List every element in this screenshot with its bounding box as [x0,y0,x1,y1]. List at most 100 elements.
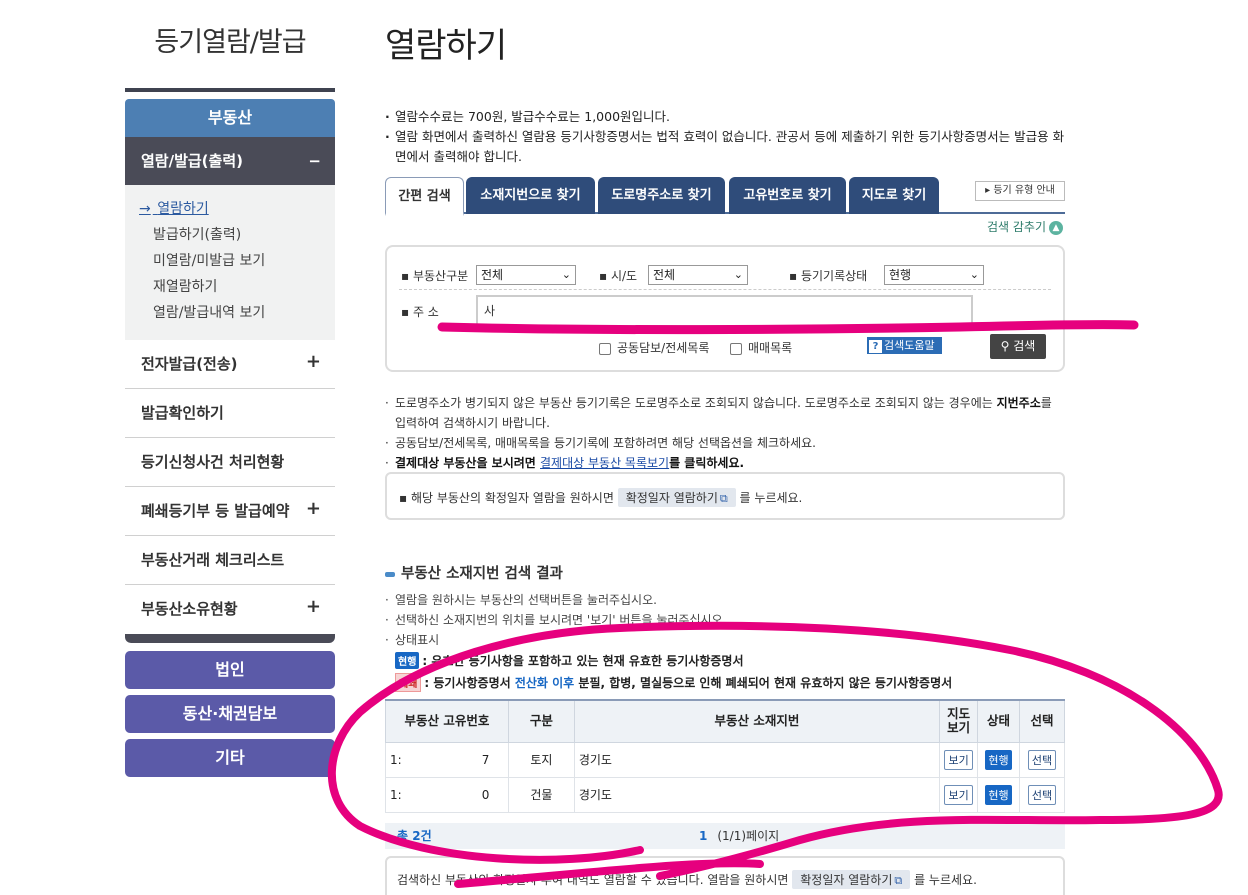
property-type-label: ▪ 부동산구분 [401,269,469,283]
page-link[interactable]: 1 [699,829,707,843]
status-select[interactable]: 현행 ⌄ [884,265,984,285]
submenu-issue-print[interactable]: 발급하기(출력) [139,225,335,251]
sidebar-item-e-issue[interactable]: 전자발급(전송) + [125,340,335,389]
chevron-up-icon: ▲ [1049,220,1063,235]
results-title: 부동산 소재지번 검색 결과 [385,562,563,583]
confirm-date-history-box: 검색하신 부동산의 확정일자 부여 내역도 열람할 수 있습니다. 열람을 원하… [385,856,1065,895]
total-count: 총 2건 [397,829,432,843]
search-button[interactable]: ⚲ 검색 [990,334,1046,359]
status-badge: 폐쇄 [395,673,422,692]
magnifier-icon: ⚲ [1000,339,1010,353]
form-divider [399,289,1051,290]
pagination-bar: 총 2건 1 (1/1)페이지 [385,823,1065,849]
sidebar-divider [125,88,335,92]
other-button[interactable]: 기타 [125,739,335,777]
hide-search-toggle[interactable]: 검색 감추기 ▲ [987,218,1063,235]
search-info: · 도로명주소가 병기되지 않은 부동산 등기기록은 도로명주소로 조회되지 않습… [385,396,1052,470]
property-type-select[interactable]: 전체 ⌄ [476,265,576,285]
sale-list-checkbox[interactable]: 매매목록 [730,339,792,356]
map-cell: 보기 [939,741,979,778]
type-cell: 토지 [507,741,575,778]
bullet-icon [385,571,395,577]
sidebar-item-view-issue[interactable]: 열람/발급(출력) − [125,137,335,185]
confirm-date-button[interactable]: 확정일자 열람하기 ⧉ [792,870,911,889]
expand-icon[interactable]: + [306,337,321,386]
select-cell: 선택 [1019,776,1065,813]
chevron-down-icon: ⌄ [561,268,571,281]
fee-notice: · 열람수수료는 700원, 발급수수료는 1,000원입니다. · 열람 화면에서… [385,109,1065,164]
status-badge: 현행 [985,784,1012,805]
tab-lot-number[interactable]: 소재지번으로 찾기 [466,177,595,214]
map-cell: 보기 [939,776,979,813]
status-cell: 현행 [977,741,1021,778]
results-table: 부동산 고유번호 구분 부동산 소재지번 지도 보기 상태 선택 1: 7 토지 … [385,699,1065,813]
status-badge: 현행 [985,749,1012,770]
tab-road-address[interactable]: 도로명주소로 찾기 [598,177,725,214]
arrow-right-icon: ▸ [985,185,991,196]
sidebar-section-realestate[interactable]: 부동산 [125,99,335,137]
select-button[interactable]: 선택 [1027,749,1057,770]
map-view-button[interactable]: 보기 [944,749,973,770]
status-label: ▪ 등기기록상태 [789,269,868,283]
status-cell: 현행 [977,776,1021,813]
submenu-view[interactable]: → 열람하기 [139,199,335,225]
payment-list-link[interactable]: 결제대상 부동산 목록보기 [540,456,669,470]
results-notes: · 열람을 원하시는 부동산의 선택버튼을 눌러주십시오. · 선택하신 소재지번의… [385,593,727,647]
movable-collateral-button[interactable]: 동산·채권담보 [125,695,335,733]
search-help-button[interactable]: ? 검색도움말 [867,337,942,354]
external-link-icon: ⧉ [894,874,903,887]
sidebar-item-verify[interactable]: 발급확인하기 [125,389,335,438]
joint-collateral-checkbox[interactable]: 공동담보/전세목록 [599,339,709,356]
unique-number-cell: 1: 7 [385,741,509,778]
expand-icon[interactable]: + [306,484,321,533]
sidebar-item-checklist[interactable]: 부동산거래 체크리스트 [125,536,335,585]
address-input[interactable]: 사 [476,295,973,327]
submenu-unviewed[interactable]: 미열람/미발급 보기 [139,251,335,277]
sidebar-title: 등기열람/발급 [154,27,306,58]
column-header: 선택 [1019,699,1065,743]
sidebar-item-ownership[interactable]: 부동산소유현황 + [125,585,335,634]
expand-icon[interactable]: + [306,582,321,631]
legend-current: 현행: 유효한 등기사항을 포함하고 있는 현재 유효한 등기사항증명서 [395,652,744,669]
sidebar-item-label: 열람/발급(출력) [141,152,243,170]
status-badge: 현행 [395,652,420,669]
table-header-row: 부동산 고유번호 구분 부동산 소재지번 지도 보기 상태 선택 [385,699,1065,743]
tab-map[interactable]: 지도로 찾기 [849,177,939,214]
search-form: ▪ 부동산구분 전체 ⌄ ▪ 시/도 전체 ⌄ ▪ 등기기록상태 현행 ⌄ ▪ 주 소… [385,245,1065,372]
address-cell: 경기도 [573,741,941,778]
sidebar-bottom-bar [125,634,335,643]
sido-select[interactable]: 전체 ⌄ [648,265,748,285]
chevron-down-icon: ⌄ [969,268,979,281]
table-row: 1: 7 토지 경기도 보기 현행 선택 [385,741,1065,778]
collapse-icon[interactable]: − [308,137,321,185]
unique-number-cell: 1: 0 [385,776,509,813]
confirm-date-button[interactable]: 확정일자 열람하기 ⧉ [617,488,736,507]
sidebar-item-closed-reservation[interactable]: 폐쇄등기부 등 발급예약 + [125,487,335,536]
legend-closed: 폐쇄: 등기사항증명서 전산화 이후 분필, 합병, 멸실등으로 인해 폐쇄되어… [395,673,952,692]
column-header: 구분 [507,699,575,743]
registry-type-guide-button[interactable]: ▸ 등기 유형 안내 [975,181,1065,201]
sidebar-submenu: → 열람하기 발급하기(출력) 미열람/미발급 보기 재열람하기 열람/발급내역… [125,185,335,340]
column-header: 부동산 소재지번 [573,699,941,743]
select-cell: 선택 [1019,741,1065,778]
page-indicator: 1 (1/1)페이지 [699,829,780,843]
question-icon: ? [869,339,882,353]
map-view-button[interactable]: 보기 [944,784,973,805]
column-header: 부동산 고유번호 [385,699,509,743]
sidebar-item-case-status[interactable]: 등기신청사건 처리현황 [125,438,335,487]
external-link-icon: ⧉ [719,492,728,505]
address-label: ▪ 주 소 [401,305,439,319]
tab-unique-number[interactable]: 고유번호로 찾기 [729,177,846,214]
sido-label: ▪ 시/도 [599,269,638,283]
chevron-down-icon: ⌄ [733,268,743,281]
tab-simple-search[interactable]: 간편 검색 [385,177,464,216]
page-title: 열람하기 [385,26,507,66]
checkbox-icon [599,342,611,355]
submenu-review[interactable]: 재열람하기 [139,277,335,303]
search-tabs: 간편 검색 소재지번으로 찾기 도로명주소로 찾기 고유번호로 찾기 지도로 찾… [385,177,1065,216]
submenu-history[interactable]: 열람/발급내역 보기 [139,303,335,329]
select-button[interactable]: 선택 [1027,784,1057,805]
checkbox-icon [730,342,742,355]
corporation-button[interactable]: 법인 [125,651,335,689]
column-header: 상태 [977,699,1021,743]
